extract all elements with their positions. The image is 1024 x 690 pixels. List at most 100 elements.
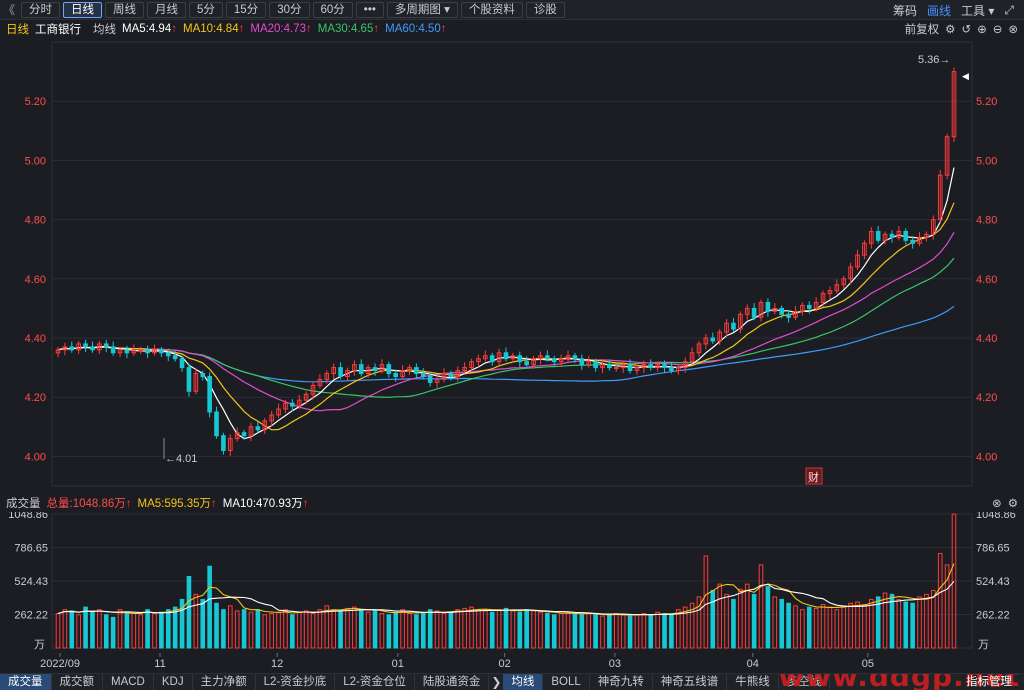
volume-bar xyxy=(751,593,757,649)
settings-icon[interactable]: ⚙ xyxy=(1008,496,1018,510)
indicator-tab[interactable]: KDJ xyxy=(154,674,193,690)
volume-bar xyxy=(882,592,888,649)
volume-tick-label: 786.65 xyxy=(14,542,48,554)
candle-body xyxy=(669,367,674,372)
volume-bar xyxy=(400,609,405,649)
candle-body xyxy=(124,349,130,354)
zoom-out-icon[interactable]: ⊖ xyxy=(993,22,1003,36)
volume-bar xyxy=(255,609,261,649)
volume-chart[interactable]: 1048.86 786.65 524.43 262.22 1048.86 786.65 5… xyxy=(0,512,1024,653)
indicator-tab[interactable]: 成交额 xyxy=(52,674,103,690)
volume-bar xyxy=(414,614,419,649)
volume-bar xyxy=(221,609,226,649)
refresh-icon[interactable]: ↺ xyxy=(961,22,971,36)
volume-bar xyxy=(662,613,667,649)
indicator-tab[interactable]: 陆股通资金 xyxy=(415,674,490,690)
period-tab[interactable]: 诊股 xyxy=(525,1,565,18)
candle-body xyxy=(627,364,633,372)
volume-bar xyxy=(613,613,619,649)
volume-bar xyxy=(937,552,943,649)
price-tick-label: 5.20 xyxy=(25,96,46,108)
volume-bar xyxy=(910,602,915,649)
candle-body xyxy=(524,361,529,366)
period-tab[interactable]: 分时 xyxy=(21,1,60,18)
volume-bar xyxy=(655,611,660,649)
period-tab[interactable]: 日线 xyxy=(63,1,102,18)
volume-title[interactable]: 成交量 xyxy=(6,495,41,511)
volume-bar xyxy=(290,614,295,649)
period-tab[interactable]: 多周期图 ▾ xyxy=(386,1,458,18)
toolbar-right: 筹码 画线 工具 ▾ ⤢ xyxy=(893,0,1024,20)
overlay-tab[interactable]: 神奇五线谱 xyxy=(653,674,728,690)
indicator-tab[interactable]: L2-资金抄底 xyxy=(256,674,336,690)
close-icon[interactable]: ⊗ xyxy=(992,496,1002,510)
price-tick-label: 4.20 xyxy=(25,392,46,404)
candle-body xyxy=(207,375,212,413)
chevron-right-icon[interactable]: ❯ xyxy=(489,675,503,689)
date-tick-label: 02 xyxy=(498,658,510,670)
close-icon[interactable]: ⊗ xyxy=(1008,22,1018,36)
adjust-button[interactable]: 前复权 xyxy=(905,21,940,37)
volume-tick-label: 524.43 xyxy=(976,576,1010,588)
indicator-manage-button[interactable]: 指标管理 xyxy=(966,674,1012,690)
volume-bar xyxy=(214,602,219,649)
overlay-tab[interactable]: BOLL xyxy=(543,674,590,690)
indicator-tab[interactable]: 成交量 xyxy=(0,674,52,690)
avg-line-label[interactable]: 均线 xyxy=(93,21,116,37)
indicator-tab[interactable]: L2-资金仓位 xyxy=(335,674,415,690)
period-tab[interactable]: 月线 xyxy=(147,1,186,18)
candle-body xyxy=(172,355,178,360)
indicator-tab[interactable]: 主力净额 xyxy=(193,674,256,690)
indicator-tab[interactable]: MACD xyxy=(103,674,154,690)
volume-bar xyxy=(186,575,192,649)
stock-name: 工商银行 xyxy=(35,24,81,36)
candle-body xyxy=(255,426,261,431)
volume-bar xyxy=(200,598,206,649)
overlay-tab[interactable]: 牛熊线 xyxy=(727,674,779,690)
candle-body xyxy=(386,364,392,375)
volume-bar xyxy=(317,609,323,649)
volume-legend: 成交量 总量:1048.86万↑ MA5:595.35万↑ MA10:470.9… xyxy=(0,494,1024,512)
candle-body xyxy=(551,358,557,363)
price-chart[interactable]: 5.20 5.00 4.80 4.60 4.40 4.20 4.00 5.20 5.00 4.8… xyxy=(0,38,1024,494)
price-tick-label: 4.80 xyxy=(976,215,997,227)
volume-bar xyxy=(496,609,502,649)
draw-line-button[interactable]: 画线 xyxy=(927,2,951,19)
volume-bar xyxy=(303,610,309,649)
period-tab[interactable]: 15分 xyxy=(225,1,267,18)
volume-bar xyxy=(62,609,68,649)
volume-bar xyxy=(641,613,647,649)
chip-button[interactable]: 筹码 xyxy=(893,2,917,19)
volume-bar xyxy=(738,588,743,649)
volume-bar xyxy=(76,614,81,649)
chart-controls: 前复权 ⚙ ↺ ⊕ ⊖ ⊗ xyxy=(899,20,1018,38)
expand-icon[interactable]: ⤢ xyxy=(1004,3,1014,18)
period-tab[interactable]: 5分 xyxy=(189,1,223,18)
overlay-tab[interactable]: 神奇九转 xyxy=(590,674,653,690)
ma-lines xyxy=(57,167,955,440)
volume-bar xyxy=(434,610,440,649)
volume-bar xyxy=(207,565,212,649)
zoom-in-icon[interactable]: ⊕ xyxy=(977,22,987,36)
volume-bar xyxy=(131,613,137,649)
event-marker[interactable]: 财 xyxy=(808,470,819,484)
volume-bar xyxy=(372,610,378,649)
period-tab[interactable]: 周线 xyxy=(105,1,144,18)
period-tab[interactable]: 个股资料 xyxy=(460,1,523,18)
volume-bar xyxy=(565,611,571,649)
volume-axis-left: 1048.86 786.65 524.43 262.22 xyxy=(8,512,48,621)
candle-body xyxy=(786,313,791,318)
period-tab[interactable]: 30分 xyxy=(269,1,310,18)
volume-ma-lines xyxy=(57,563,955,616)
period-tab[interactable]: 60分 xyxy=(312,1,353,18)
price-tick-label: 4.60 xyxy=(25,274,46,286)
double-chevron-left-icon[interactable]: 《 xyxy=(0,1,18,18)
settings-icon[interactable]: ⚙ xyxy=(945,22,955,36)
volume-bar xyxy=(531,610,536,649)
period-tab[interactable]: ••• xyxy=(355,1,384,18)
volume-bar xyxy=(476,609,481,649)
tools-button[interactable]: 工具 ▾ xyxy=(961,2,994,19)
candle-body xyxy=(448,373,454,377)
volume-bar xyxy=(931,590,936,649)
overlay-tab[interactable]: 均线 xyxy=(503,674,544,690)
